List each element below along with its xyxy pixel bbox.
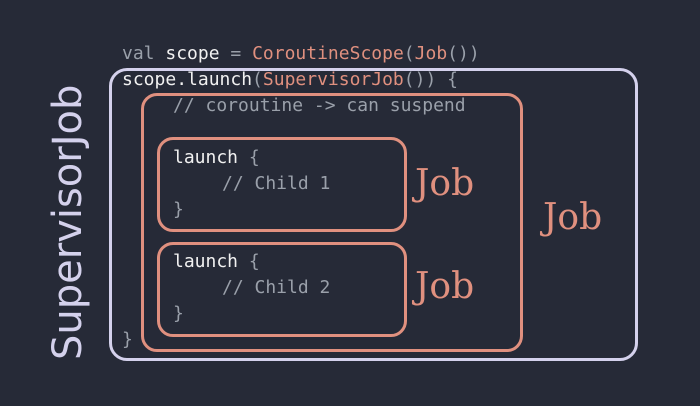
- operator-equals: =: [230, 43, 242, 64]
- code-line-launch-supervisor: scope.launch(SupervisorJob()) {: [122, 69, 458, 91]
- code-child-1-launch: launch {: [173, 147, 260, 169]
- call-launch: .launch: [176, 69, 253, 90]
- identifier-scope: scope: [122, 69, 177, 90]
- call-launch: launch: [173, 147, 239, 168]
- constructor-supervisorjob: SupervisorJob: [262, 69, 404, 90]
- constructor-job: Job: [414, 43, 448, 64]
- code-child-2-launch: launch {: [173, 251, 260, 273]
- identifier-scope: scope: [165, 43, 220, 64]
- paren-open: (: [252, 69, 263, 90]
- brace-open: {: [248, 147, 260, 168]
- supervisorjob-vertical-label: SupervisorJob: [45, 84, 91, 360]
- paren-close: ()): [403, 69, 437, 90]
- brace-open: {: [447, 69, 458, 90]
- paren-close: ()): [447, 43, 480, 64]
- code-comment-coroutine: // coroutine -> can suspend: [173, 95, 466, 116]
- code-child-2-brace-close: }: [173, 303, 184, 324]
- code-child-1-brace-close: }: [173, 199, 184, 220]
- keyword-val: val: [122, 43, 155, 64]
- code-child-2-comment: // Child 2: [222, 277, 331, 298]
- code-child-1-comment: // Child 1: [222, 173, 331, 194]
- constructor-coroutinescope: CoroutineScope: [252, 43, 404, 64]
- code-line-scope-declaration: val scope = CoroutineScope(Job()): [122, 43, 480, 65]
- brace-open: {: [248, 251, 260, 272]
- call-launch: launch: [173, 251, 239, 272]
- job-label-child-2: Job: [415, 266, 475, 307]
- code-closing-brace: }: [122, 329, 133, 350]
- job-label-child-1: Job: [415, 163, 475, 204]
- job-label-outer: Job: [543, 197, 603, 238]
- paren-open: (: [403, 43, 415, 64]
